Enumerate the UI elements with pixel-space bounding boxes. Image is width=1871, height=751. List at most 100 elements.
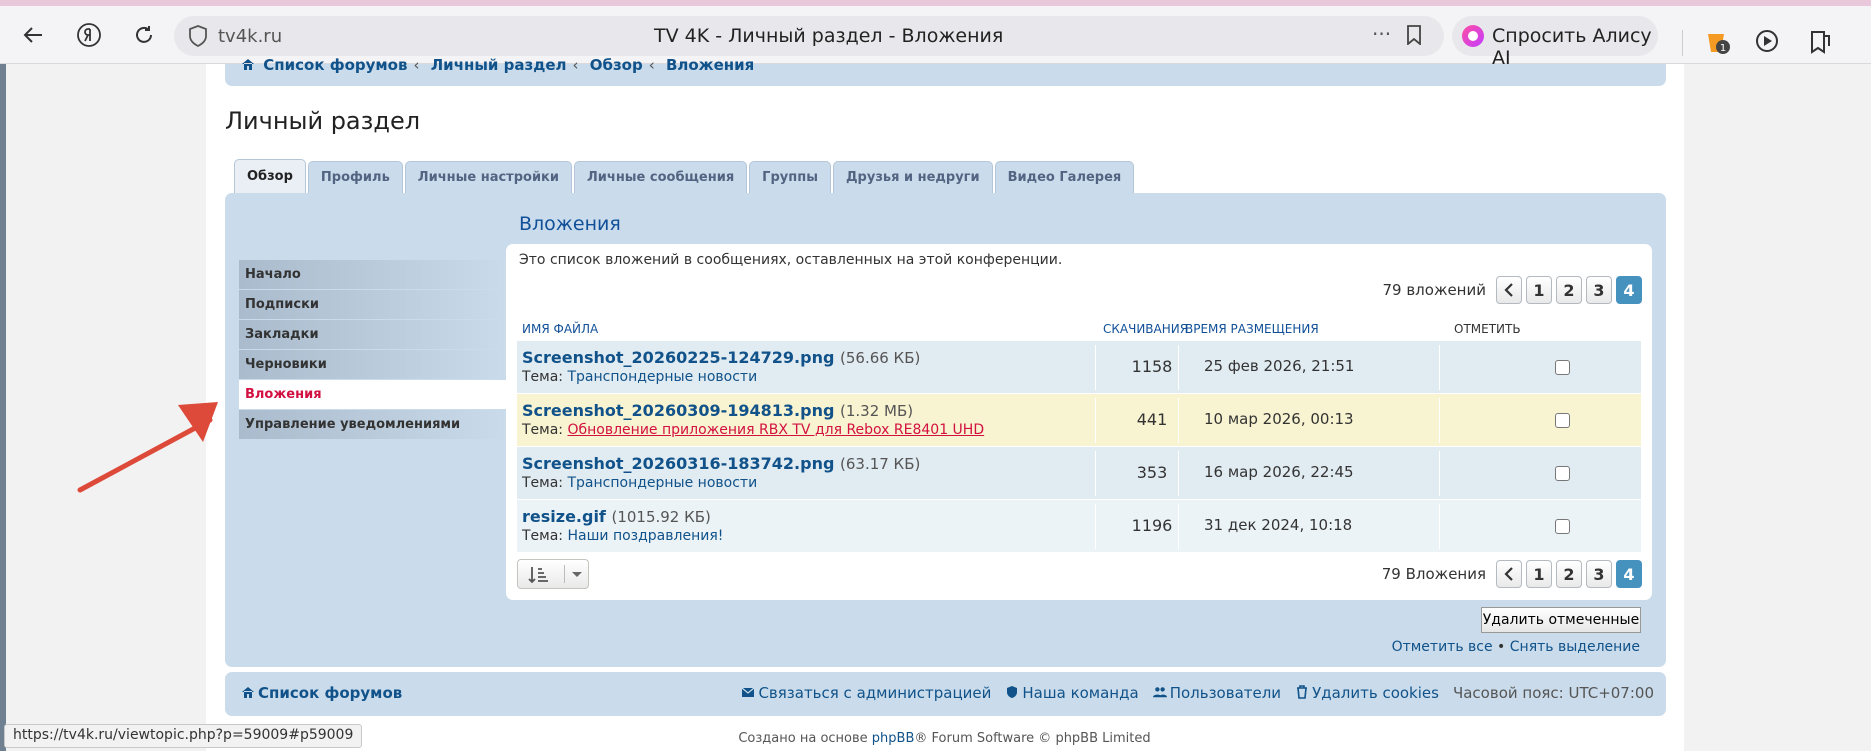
page-button[interactable]: 3 <box>1586 276 1612 304</box>
tab-video-gallery[interactable]: Видео Галерея <box>994 161 1135 193</box>
delete-cookies-link[interactable]: Удалить cookies <box>1295 684 1439 702</box>
tab-friends-foes[interactable]: Друзья и недруги <box>832 161 993 193</box>
extension-badge-icon[interactable]: 1 <box>1704 28 1732 56</box>
post-time: 16 мар 2026, 22:45 <box>1204 463 1354 481</box>
sidebar-item-bookmarks[interactable]: Закладки <box>239 320 509 350</box>
download-count: 353 <box>1136 463 1168 482</box>
tab-groups[interactable]: Группы <box>749 161 831 193</box>
status-bar-url: https://tv4k.ru/viewtopic.php?p=59009#p5… <box>4 724 363 748</box>
file-link[interactable]: Screenshot_20260225-124729.png <box>522 348 834 367</box>
table-row: Screenshot_20260309-194813.png (1.32 МБ)… <box>517 393 1641 446</box>
page-title: Личный раздел <box>225 107 421 135</box>
topic-link[interactable]: Транспондерные новости <box>567 475 757 491</box>
file-size: (63.17 КБ) <box>840 455 921 473</box>
caret-down-icon <box>572 572 582 577</box>
ucp-tabs: Обзор Профиль Личные настройки Личные со… <box>234 159 1135 193</box>
breadcrumb-overview[interactable]: Обзор <box>590 56 643 74</box>
mark-checkbox[interactable] <box>1555 360 1570 375</box>
more-icon[interactable]: ··· <box>1372 22 1391 46</box>
sidebar-item-notifications[interactable]: Управление уведомлениями <box>239 410 509 440</box>
col-filename[interactable]: Имя файла <box>522 322 598 336</box>
bookmark-icon[interactable] <box>1406 25 1422 45</box>
attachments-panel: Это список вложений в сообщениях, оставл… <box>506 244 1652 600</box>
address-bar[interactable]: tv4k.ru TV 4K - Личный раздел - Вложения… <box>174 16 1444 56</box>
topic-prefix: Тема: <box>522 528 564 544</box>
file-link[interactable]: Screenshot_20260316-183742.png <box>522 454 834 473</box>
breadcrumb-ucp[interactable]: Личный раздел <box>431 56 567 74</box>
sidebar-item-drafts[interactable]: Черновики <box>239 350 509 380</box>
table-header: Имя файла Скачивания Время размещения От… <box>517 318 1641 340</box>
back-arrow-icon[interactable] <box>18 20 48 50</box>
svg-text:1: 1 <box>1720 43 1726 54</box>
download-count: 1158 <box>1131 357 1173 376</box>
cell-divider <box>1439 451 1440 496</box>
mark-checkbox[interactable] <box>1555 413 1570 428</box>
delete-marked-button[interactable]: Удалить отмеченные <box>1481 607 1641 633</box>
unmark-all-link[interactable]: Снять выделение <box>1510 639 1640 655</box>
home-icon <box>242 687 254 698</box>
topic-prefix: Тема: <box>522 369 564 385</box>
trash-icon <box>1297 685 1308 699</box>
file-size: (56.66 КБ) <box>840 349 921 367</box>
cell-divider <box>1439 345 1440 390</box>
page-button[interactable]: 2 <box>1556 560 1582 588</box>
topic-link[interactable]: Наши поздравления! <box>567 528 723 544</box>
topic-prefix: Тема: <box>522 475 564 491</box>
pagination-bottom: 79 Вложения 1 2 3 4 <box>1382 560 1642 588</box>
cell-divider <box>1178 451 1179 496</box>
page-button[interactable]: 3 <box>1586 560 1612 588</box>
current-page: 4 <box>1616 560 1642 588</box>
prev-page-button[interactable] <box>1496 560 1522 588</box>
yandex-logo-icon[interactable] <box>74 20 104 50</box>
users-link[interactable]: Пользователи <box>1152 684 1281 702</box>
reload-icon[interactable] <box>129 20 159 50</box>
media-play-icon[interactable] <box>1754 28 1782 56</box>
toolbar-divider <box>1682 30 1683 56</box>
tab-profile[interactable]: Профиль <box>307 161 403 193</box>
col-time[interactable]: Время размещения <box>1185 322 1319 336</box>
file-link[interactable]: Screenshot_20260309-194813.png <box>522 401 834 420</box>
alice-label: Спросить Алису AI <box>1492 25 1652 69</box>
sidebar-item-subscriptions[interactable]: Подписки <box>239 290 509 320</box>
pagination-top: 79 вложений 1 2 3 4 <box>1382 276 1642 304</box>
page-button[interactable]: 2 <box>1556 276 1582 304</box>
delete-cookies-label: Удалить cookies <box>1312 684 1439 702</box>
table-row: Screenshot_20260316-183742.png (63.17 КБ… <box>517 446 1641 499</box>
topic-link[interactable]: Транспондерные новости <box>567 369 757 385</box>
prev-page-button[interactable] <box>1496 276 1522 304</box>
team-link[interactable]: Наша команда <box>1005 684 1139 702</box>
phpbb-link[interactable]: phpBB <box>872 731 915 746</box>
cell-divider <box>1095 345 1096 390</box>
footer-nav: Список форумов Связаться с администрацие… <box>225 672 1666 716</box>
alice-button[interactable]: Спросить Алису AI <box>1452 16 1658 69</box>
sidebar-item-front[interactable]: Начало <box>239 260 509 290</box>
breadcrumb-forum-list[interactable]: Список форумов <box>263 56 407 74</box>
cell-divider <box>1095 504 1096 549</box>
page-button[interactable]: 1 <box>1526 560 1552 588</box>
topic-link[interactable]: Обновление приложения RBX TV для Rebox R… <box>567 422 984 438</box>
mark-all-link[interactable]: Отметить все <box>1392 639 1493 655</box>
collections-icon[interactable] <box>1806 28 1834 56</box>
topic-prefix: Тема: <box>522 422 564 438</box>
chevron-left-icon <box>1504 567 1513 581</box>
section-title: Вложения <box>519 213 621 235</box>
tab-preferences[interactable]: Личные настройки <box>404 161 572 193</box>
tab-title: TV 4K - Личный раздел - Вложения <box>654 25 1004 47</box>
tab-overview[interactable]: Обзор <box>234 159 306 193</box>
contact-admin-label: Связаться с администрацией <box>758 684 992 702</box>
col-downloads[interactable]: Скачивания <box>1103 322 1188 336</box>
cell-divider <box>1178 345 1179 390</box>
sort-options-button[interactable] <box>517 559 589 589</box>
footer-forum-list[interactable]: Список форумов <box>241 684 402 702</box>
envelope-icon <box>742 687 755 697</box>
tab-private-messages[interactable]: Личные сообщения <box>573 161 748 193</box>
page-button[interactable]: 1 <box>1526 276 1552 304</box>
sidebar-item-attachments[interactable]: Вложения <box>239 380 509 410</box>
contact-admin-link[interactable]: Связаться с администрацией <box>741 684 991 702</box>
download-count: 1196 <box>1131 516 1173 535</box>
mark-checkbox[interactable] <box>1555 519 1570 534</box>
post-time: 10 мар 2026, 00:13 <box>1204 410 1354 428</box>
breadcrumb-attachments[interactable]: Вложения <box>666 56 754 74</box>
file-link[interactable]: resize.gif <box>522 507 606 526</box>
mark-checkbox[interactable] <box>1555 466 1570 481</box>
